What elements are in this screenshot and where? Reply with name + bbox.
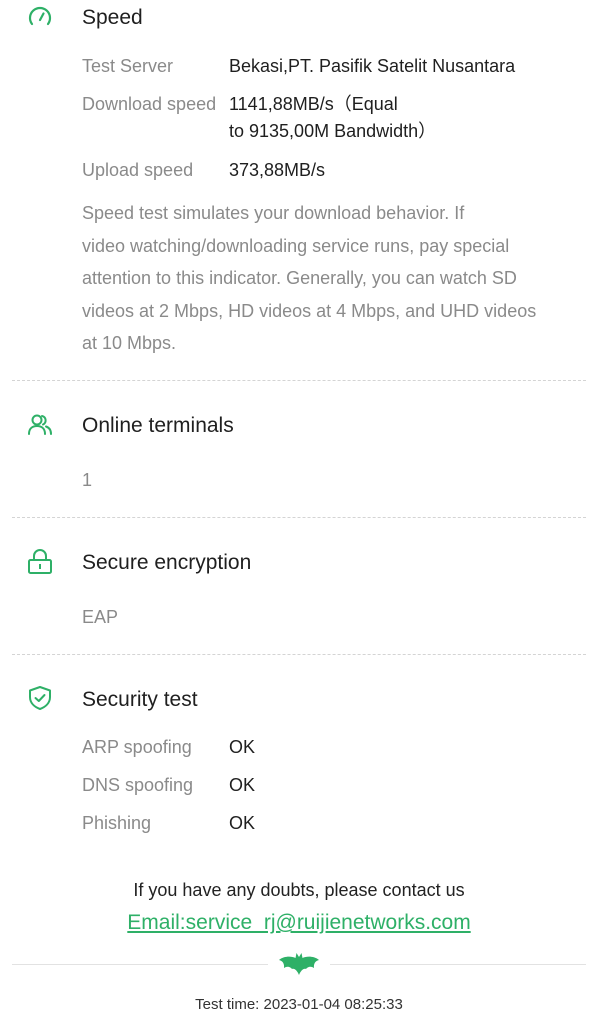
speed-description-line: attention to this indicator. Generally, … (82, 268, 517, 288)
online-terminals-value: 1 (82, 470, 93, 490)
test-time: Test time: 2023-01-04 08:25:33 (195, 996, 403, 1013)
online-terminals-title: Online terminals (82, 414, 234, 437)
online-terminals-section: Online terminals 1 (0, 381, 598, 517)
phishing-value: OK (229, 813, 256, 833)
dns-spoofing-label: DNS spoofing (82, 775, 194, 795)
download-speed-label: Download speed (82, 94, 217, 114)
speedometer-icon (28, 6, 52, 26)
speed-section: Speed Test Server Bekasi,PT. Pasifik Sat… (0, 0, 598, 380)
lock-icon (28, 549, 52, 574)
speed-description-line: videos at 2 Mbps, HD videos at 4 Mbps, a… (82, 300, 537, 321)
users-icon (28, 414, 52, 435)
secure-encryption-section: Secure encryption EAP (0, 518, 598, 654)
shield-check-icon (29, 686, 51, 710)
test-server-value: Bekasi,PT. Pasifik Satelit Nusantara (229, 56, 516, 76)
upload-speed-label: Upload speed (82, 160, 194, 180)
dns-spoofing-value: OK (229, 775, 256, 795)
speed-description-line: at 10 Mbps. (82, 333, 177, 353)
arp-spoofing-label: ARP spoofing (82, 737, 192, 757)
secure-encryption-title: Secure encryption (82, 551, 252, 574)
speed-title: Speed (82, 6, 143, 29)
download-speed-value-line2: to 9135,00M Bandwidth） (229, 121, 437, 141)
download-speed-value-line1: 1141,88MB/s（Equal (229, 94, 398, 114)
speed-description-line: Speed test simulates your download behav… (82, 203, 465, 223)
secure-encryption-value: EAP (82, 607, 119, 627)
speed-description-line: video watching/downloading service runs,… (82, 235, 510, 256)
test-server-label: Test Server (82, 56, 174, 76)
contact-text: If you have any doubts, please contact u… (133, 880, 465, 900)
upload-speed-value: 373,88MB/s (229, 160, 326, 180)
logo-divider-left (12, 964, 268, 965)
security-test-section: Security test ARP spoofing OK DNS spoofi… (0, 655, 598, 855)
arp-spoofing-value: OK (229, 737, 256, 757)
security-test-title: Security test (82, 688, 198, 711)
logo-divider-right (330, 964, 586, 965)
phishing-label: Phishing (82, 813, 152, 833)
bat-logo-icon (279, 953, 319, 975)
speed-description: Speed test simulates your download behav… (82, 197, 577, 360)
email-link[interactable]: Email:service_rj@ruijienetworks.com (0, 911, 598, 935)
